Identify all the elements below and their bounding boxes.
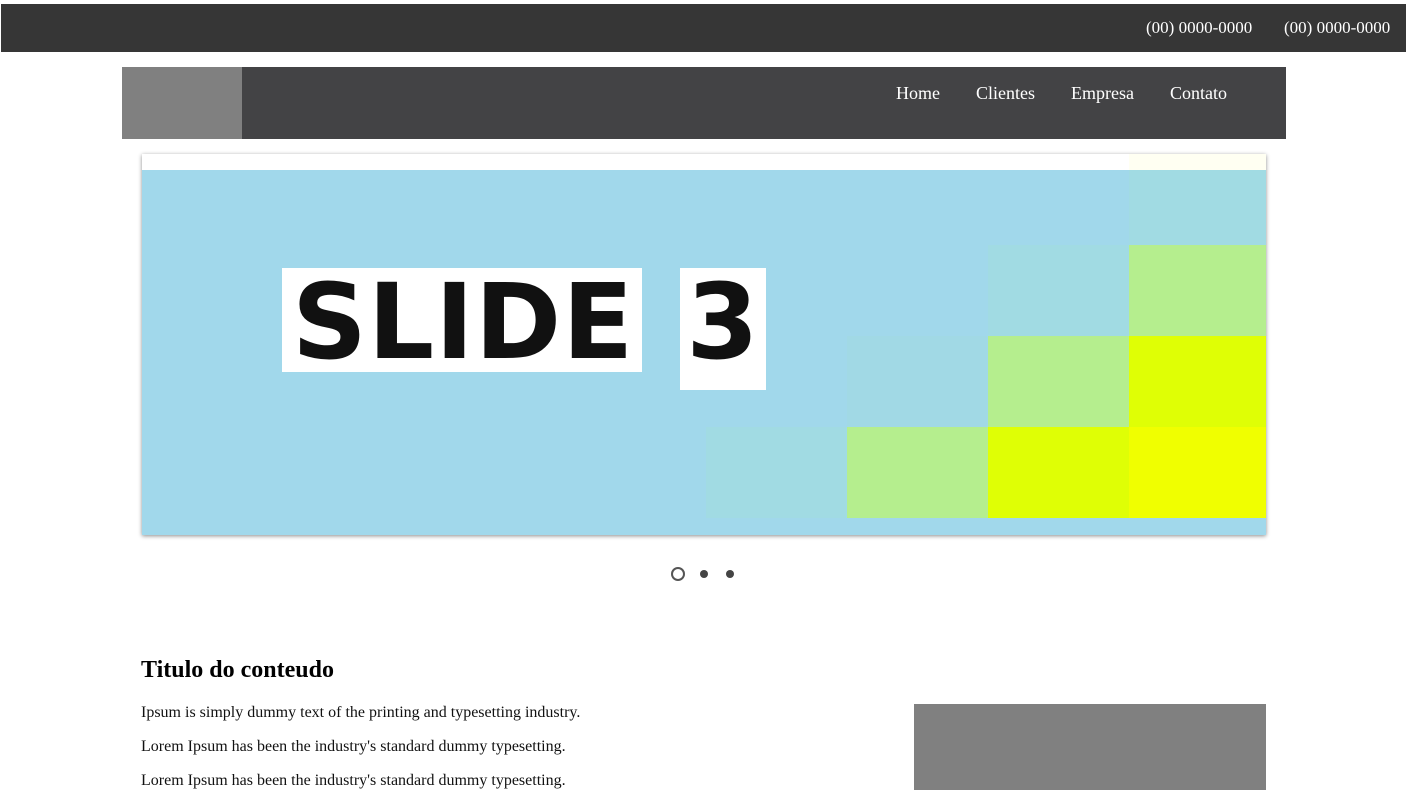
slide-tile [988, 427, 1129, 518]
slide-tile [1129, 336, 1266, 427]
slide-tile [988, 245, 1129, 336]
phone-number: (00) 0000-0000 [1284, 18, 1391, 37]
content-paragraph: Lorem Ipsum has been the industry's stan… [141, 738, 566, 755]
top-bar: (00) 0000-0000 (00) 0000-0000 [1, 4, 1406, 52]
slider-dot-3[interactable] [726, 570, 734, 578]
image-slider[interactable]: SLIDE 3 [142, 154, 1266, 535]
slide-title: SLIDE 3 [282, 268, 766, 390]
nav-item-home[interactable]: Home [896, 83, 940, 103]
slide-tile [988, 336, 1129, 427]
slide-tile [847, 336, 988, 427]
content-paragraph: Lorem Ipsum has been the industry's stan… [141, 772, 566, 789]
slider-pagination [671, 567, 741, 581]
main-navbar: Home Clientes Empresa Contato [122, 67, 1286, 139]
slide-tile [847, 427, 988, 518]
slide-tile [706, 427, 847, 518]
content-title: Titulo do conteudo [141, 657, 334, 683]
content-image-placeholder [914, 704, 1266, 790]
nav-item-contato[interactable]: Contato [1170, 83, 1227, 103]
slide-title-number: 3 [680, 268, 766, 390]
slide-tile [1129, 154, 1266, 170]
slider-dot-2[interactable] [700, 570, 708, 578]
phone-number: (00) 0000-0000 [1146, 18, 1253, 37]
slide-tile [1129, 245, 1266, 336]
slider-dot-1[interactable] [671, 567, 685, 581]
nav-item-clientes[interactable]: Clientes [976, 83, 1035, 103]
nav-item-empresa[interactable]: Empresa [1071, 83, 1134, 103]
slide-title-word: SLIDE [282, 268, 643, 376]
slide-tile [1129, 170, 1266, 245]
logo-placeholder[interactable] [122, 67, 242, 139]
slide-tile [1129, 427, 1266, 518]
content-paragraph: Ipsum is simply dummy text of the printi… [141, 704, 581, 721]
